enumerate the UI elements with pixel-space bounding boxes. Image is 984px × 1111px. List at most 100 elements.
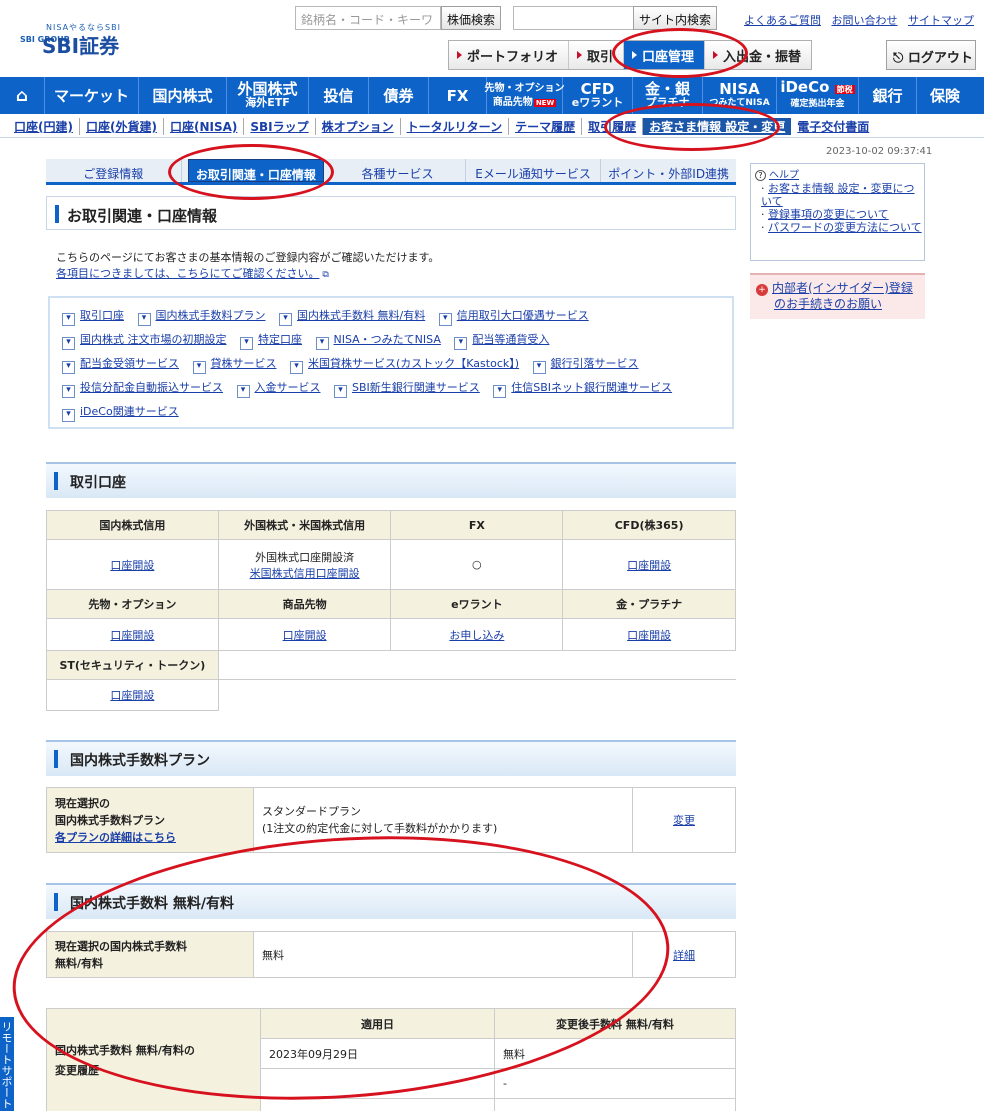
anchor-link[interactable]: 配当等通貨受入 [454,331,549,350]
anchor-link[interactable]: 米国貸株サービス(カストック【Kastock】) [290,355,519,374]
anchor-link[interactable]: 投信分配金自動振込サービス [62,379,223,398]
fee-plan-value: スタンダードプラン [262,805,361,818]
gnav-nisa[interactable]: NISA つみたてNISA [703,77,777,114]
anchor-link[interactable]: 取引口座 [62,307,124,326]
fee-free-details-link[interactable]: 詳細 [673,949,695,962]
gnav-label: 金・銀 [644,79,690,98]
history-date [260,1098,495,1111]
site-search-input[interactable] [513,6,634,30]
change-plan-link[interactable]: 変更 [673,814,695,827]
open-account-link[interactable]: 口座開設 [283,629,327,642]
table-header: 外国株式・米国株式信用 [217,510,392,540]
gnav-market[interactable]: マーケット [45,77,139,114]
open-account-link[interactable]: 口座開設 [627,559,671,572]
gnav-gold[interactable]: 金・銀 プラチナ [633,77,703,114]
sbi-logo[interactable]: NISAやるならSBI SBI GROUP SBI証券 [20,22,130,58]
gnav-foreign-stock[interactable]: 外国株式 海外ETF [227,77,309,114]
anchor-link[interactable]: 国内株式 注文市場の初期設定 [62,331,227,350]
fee-free-label: 無料/有料 [55,956,104,970]
open-account-link[interactable]: 口座開設 [110,689,154,702]
gnav-futures[interactable]: 先物・オプション 商品先物 NEW [485,77,565,114]
snav-total-return[interactable]: トータルリターン [401,118,510,135]
global-navigation: ⌂ マーケット 国内株式 外国株式 海外ETF 投信 債券 FX 先物・オプション… [0,77,984,114]
apply-link[interactable]: お申し込み [449,629,504,642]
fee-plan-label: 現在選択の [55,796,110,810]
sitemap-link[interactable]: サイトマップ [908,14,974,27]
snav-account-nisa[interactable]: 口座(NISA) [164,118,245,135]
top-links: よくあるご質問 お問い合わせ サイトマップ [737,12,974,28]
gnav-sub: eワラント [571,95,624,109]
logout-icon: ⎋ [893,51,904,66]
gnav-insurance[interactable]: 保険 [917,77,973,114]
snav-trade-history[interactable]: 取引履歴 [582,118,644,135]
gnav-bonds[interactable]: 債券 [369,77,429,114]
anchor-link[interactable]: 国内株式手数料 無料/有料 [279,307,425,326]
subnav-deposit-transfer[interactable]: 入出金・振替 [705,41,811,69]
open-account-link[interactable]: 口座開設 [627,629,671,642]
help-link[interactable]: パスワードの変更方法について [768,221,922,234]
anchor-link[interactable]: 特定口座 [240,331,302,350]
snav-theme-history[interactable]: テーマ履歴 [509,118,583,135]
gnav-label: 国内株式 [152,86,213,105]
gnav-domestic-stock[interactable]: 国内株式 [139,77,227,114]
fee-plan-table: 現在選択の 国内株式手数料プラン 各プランの詳細はこちら スタンダードプラン (… [46,787,736,853]
gnav-bank[interactable]: 銀行 [859,77,917,114]
stock-search-input[interactable]: 銘柄名・コード・キーワ [295,6,441,30]
us-margin-open-link[interactable]: 米国株式信用口座開設 [250,567,360,580]
section-title-fee-plan: 国内株式手数料プラン [46,740,736,776]
intro-link[interactable]: 各項目につきましては、こちらにてご確認ください。 [56,267,319,280]
logout-button[interactable]: ⎋ ログアウト [886,40,976,70]
external-window-icon: ⧉ [319,270,329,280]
snav-sbi-wrap[interactable]: SBIラップ [244,118,316,135]
faq-link[interactable]: よくあるご質問 [744,14,821,27]
gnav-ideco[interactable]: iDeCo 節税 確定拠出年金 [777,77,859,114]
accounts-table: 国内株式信用 外国株式・米国株式信用 FX CFD(株365) 口座開設 外国株… [46,510,736,711]
plan-details-link[interactable]: 各プランの詳細はこちら [55,831,176,844]
history-label: 変更履歴 [55,1063,99,1077]
anchor-link[interactable]: 貸株サービス [193,355,277,374]
anchor-link[interactable]: 住信SBIネット銀行関連サービス [493,379,672,398]
subnav-account-management[interactable]: 口座管理 [624,41,706,69]
subnav-trade[interactable]: 取引 [569,41,625,69]
anchor-link[interactable]: NISA・つみたてNISA [316,331,441,350]
tab-email-notifications[interactable]: Eメール通知サービス [466,159,602,182]
anchor-link[interactable]: 銀行引落サービス [533,355,639,374]
gnav-label: iDeCo [780,78,830,96]
snav-account-jpy[interactable]: 口座(円建) [8,118,80,135]
help-title-link[interactable]: ヘルプ [769,170,799,181]
gnav-fx[interactable]: FX [429,77,487,114]
contact-link[interactable]: お問い合わせ [832,14,898,27]
remote-support-tab[interactable]: リモートサポート [0,1017,14,1111]
open-account-link[interactable]: 口座開設 [110,559,154,572]
insider-link[interactable]: 内部者(インサイダー)登録 [772,281,913,295]
anchor-link[interactable]: iDeCo関連サービス [62,403,179,422]
gnav-cfd[interactable]: CFD eワラント [563,77,633,114]
intro-line: こちらのページにてお客さまの基本情報のご登録内容がご確認いただけます。 [56,251,440,264]
stock-search-button[interactable]: 株価検索 [441,6,502,30]
anchor-link[interactable]: SBI新生銀行関連サービス [334,379,480,398]
tab-registration-info[interactable]: ご登録情報 [46,159,182,182]
snav-account-foreign[interactable]: 口座(外貨建) [80,118,164,135]
snav-stock-option[interactable]: 株オプション [316,118,401,135]
anchor-link[interactable]: 配当金受領サービス [62,355,179,374]
home-icon[interactable]: ⌂ [0,77,45,114]
gnav-funds[interactable]: 投信 [309,77,369,114]
tab-points-external-id[interactable]: ポイント・外部ID連携 [601,159,736,182]
site-search-button[interactable]: サイト内検索 [633,6,718,30]
help-link[interactable]: お客さま情報 設定・変更について [761,182,915,208]
insider-notice[interactable]: + 内部者(インサイダー)登録 のお手続きのお願い [750,273,925,319]
anchor-link[interactable]: 信用取引大口優遇サービス [439,307,589,326]
tab-trading-account-info[interactable]: お取引関連・口座情報 [187,159,325,182]
help-link[interactable]: 登録事項の変更について [768,208,889,221]
gnav-label: マーケット [53,86,129,105]
snav-customer-settings[interactable]: お客さま情報 設定・変更 [643,118,792,135]
gnav-sub: プラチナ [645,95,690,109]
open-account-link[interactable]: 口座開設 [110,629,154,642]
tab-services[interactable]: 各種サービス [330,159,466,182]
insider-link[interactable]: のお手続きのお願い [774,297,882,311]
subnav-portfolio[interactable]: ポートフォリオ [449,41,570,69]
intro-text: こちらのページにてお客さまの基本情報のご登録内容がご確認いただけます。 各項目に… [56,250,439,283]
snav-electronic-documents[interactable]: 電子交付書面 [791,118,875,135]
anchor-link[interactable]: 国内株式手数料プラン [138,307,266,326]
anchor-link[interactable]: 入金サービス [237,379,321,398]
